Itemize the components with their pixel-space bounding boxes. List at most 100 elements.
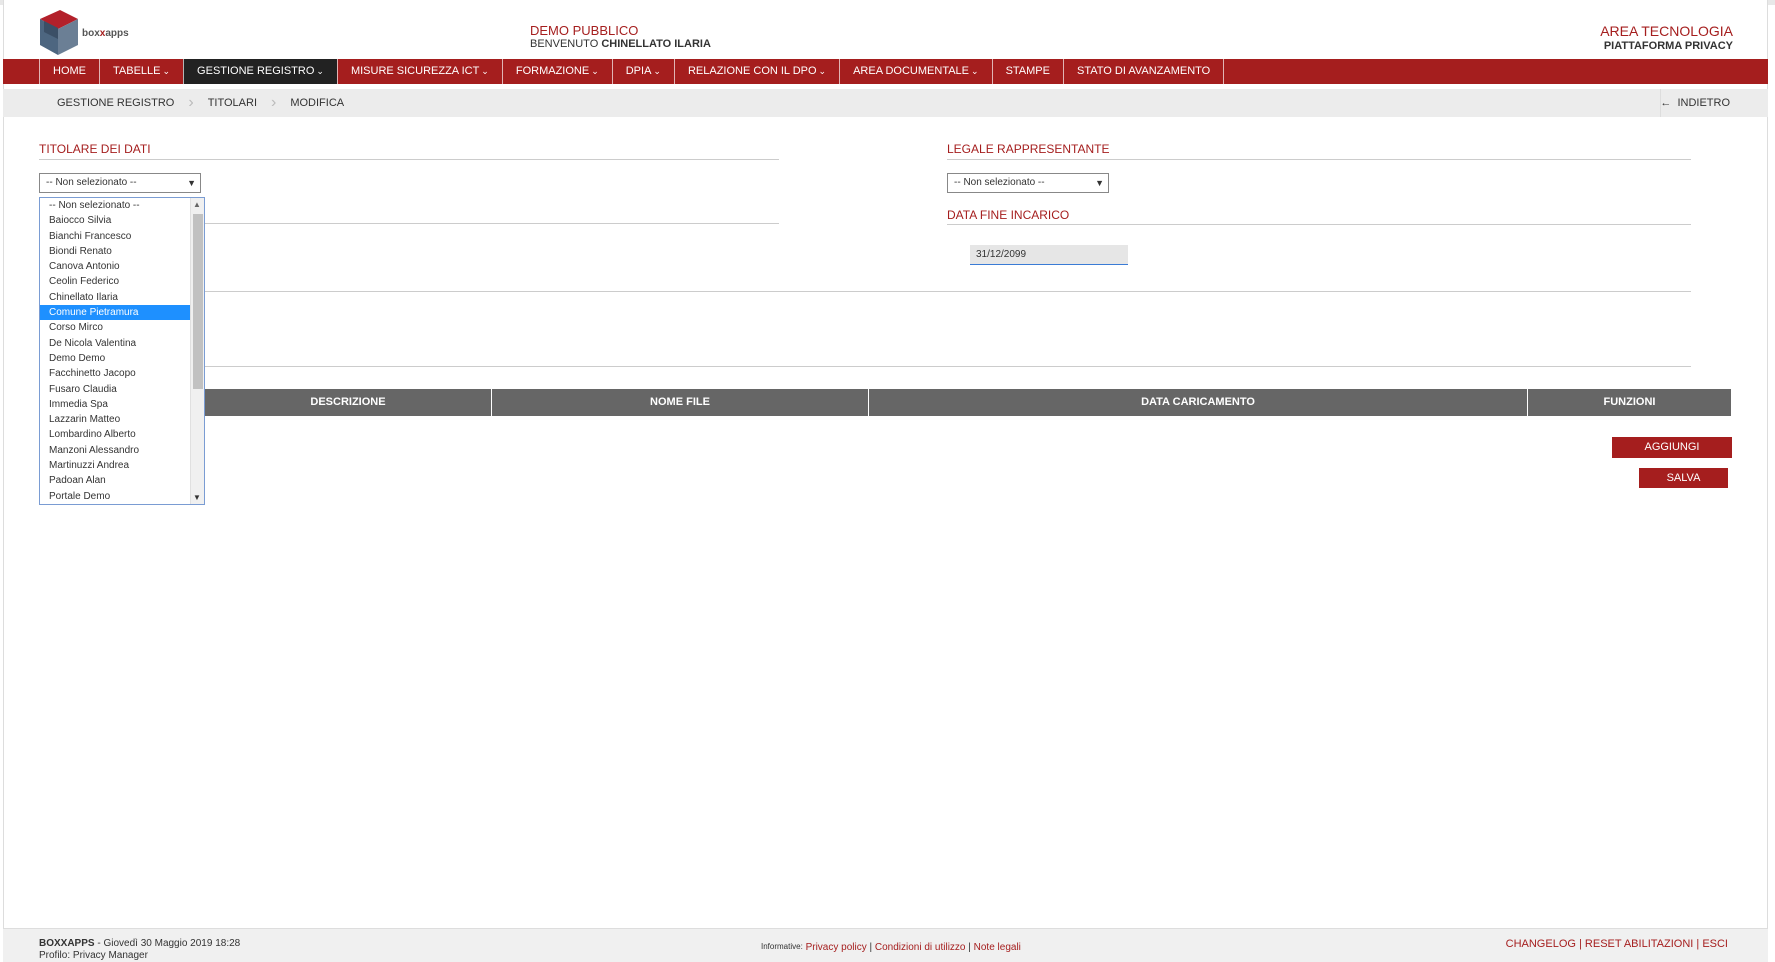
user-name: CHINELLATO ILARIA xyxy=(601,38,711,50)
documents-table-header: DESCRIZIONE NOME FILE DATA CARICAMENTO F… xyxy=(205,389,1731,416)
footer: BOXXAPPS - Giovedì 30 Maggio 2019 18:28 … xyxy=(3,928,1768,962)
dropdown-option[interactable]: Manzoni Alessandro xyxy=(40,443,190,458)
nav-item-label: STATO DI AVANZAMENTO xyxy=(1076,65,1211,77)
dropdown-option[interactable]: Bianchi Francesco xyxy=(40,229,190,244)
chevron-down-icon: ⌄ xyxy=(316,66,324,76)
column-header-data-caricamento[interactable]: DATA CARICAMENTO xyxy=(869,389,1528,416)
logo-text: boxxapps xyxy=(82,28,129,39)
dropdown-option[interactable]: Lazzarin Matteo xyxy=(40,412,190,427)
footer-info: BOXXAPPS - Giovedì 30 Maggio 2019 18:28 … xyxy=(39,938,240,962)
add-document-button[interactable]: AGGIUNGI DOCUMENTO xyxy=(1612,437,1732,474)
scroll-up-icon[interactable]: ▲ xyxy=(193,200,201,209)
dropdown-option[interactable]: De Nicola Valentina xyxy=(40,336,190,351)
footer-brand: BOXXAPPS xyxy=(39,938,95,949)
divider xyxy=(947,159,1691,160)
exit-link[interactable]: ESCI xyxy=(1702,938,1728,950)
breadcrumb: GESTIONE REGISTRO › TITOLARI › MODIFICA … xyxy=(3,89,1768,117)
demo-label: DEMO PUBBLICO xyxy=(530,23,639,38)
dropdown-option[interactable]: Corso Mirco xyxy=(40,320,190,335)
chevron-down-icon: ⌄ xyxy=(481,66,489,76)
dropdown-option[interactable]: Comune Pietramura xyxy=(40,305,190,321)
column-header-nome-file[interactable]: NOME FILE xyxy=(492,389,869,416)
dropdown-option[interactable]: Baiocco Silvia xyxy=(40,213,190,228)
dropdown-option[interactable]: Ceolin Federico xyxy=(40,274,190,289)
divider xyxy=(39,159,779,160)
nav-item-label: AREA DOCUMENTALE xyxy=(853,65,970,77)
save-button[interactable]: SALVA xyxy=(1639,468,1728,488)
chevron-down-icon: ⌄ xyxy=(591,66,599,76)
back-button[interactable]: ← INDIETRO xyxy=(1660,89,1768,117)
caret-down-icon: ▼ xyxy=(187,178,196,188)
footer-links: Informative: Privacy policy | Condizioni… xyxy=(761,942,1021,953)
nav-item-gestione-registro[interactable]: GESTIONE REGISTRO ⌄ xyxy=(183,59,337,84)
nav-item-misure-sicurezza-ict[interactable]: MISURE SICUREZZA ICT ⌄ xyxy=(336,59,502,84)
nav-item-relazione-con-il-dpo[interactable]: RELAZIONE CON IL DPO ⌄ xyxy=(673,59,839,84)
dropdown-scrollbar[interactable]: ▲ ▼ xyxy=(190,198,204,504)
page-frame xyxy=(3,0,1768,962)
welcome-text: BENVENUTO CHINELLATO ILARIA xyxy=(530,38,711,50)
nav-item-label: MISURE SICUREZZA ICT xyxy=(350,65,480,77)
dropdown-option[interactable]: Canova Antonio xyxy=(40,259,190,274)
privacy-policy-link[interactable]: Privacy policy xyxy=(806,942,867,953)
dropdown-option[interactable]: Padoan Alan xyxy=(40,473,190,488)
nav-item-label: RELAZIONE CON IL DPO xyxy=(687,65,817,77)
nav-item-tabelle[interactable]: TABELLE ⌄ xyxy=(99,59,183,84)
arrow-left-icon: ← xyxy=(1660,97,1672,109)
nav-item-label: FORMAZIONE xyxy=(515,65,590,77)
nav-item-dpia[interactable]: DPIA ⌄ xyxy=(611,59,674,84)
chevron-down-icon: ⌄ xyxy=(971,66,979,76)
chevron-down-icon: ⌄ xyxy=(818,66,827,76)
nav-item-label: STAMPE xyxy=(1005,65,1050,77)
nav-item-home[interactable]: HOME xyxy=(39,59,99,84)
legale-select[interactable]: -- Non selezionato -- ▼ xyxy=(947,173,1109,193)
dropdown-option[interactable]: Portale Demo xyxy=(40,489,190,504)
legale-title: LEGALE RAPPRESENTANTE xyxy=(947,142,1110,156)
footer-actions: CHANGELOG | RESET ABILITAZIONI | ESCI xyxy=(1505,938,1728,950)
informative-label: Informative: xyxy=(761,942,803,951)
scrollbar-thumb[interactable] xyxy=(193,214,203,389)
dropdown-option[interactable]: Demo Demo xyxy=(40,351,190,366)
data-fine-title: DATA FINE INCARICO xyxy=(947,208,1070,222)
main-nav: HOME TABELLE ⌄ GESTIONE REGISTRO ⌄ MISURE SIC… xyxy=(3,59,1768,84)
breadcrumb-item-modifica: MODIFICA xyxy=(290,97,345,109)
reset-abilitazioni-link[interactable]: RESET ABILITAZIONI xyxy=(1585,938,1693,950)
column-header-funzioni: FUNZIONI xyxy=(1603,396,1656,408)
changelog-link[interactable]: CHANGELOG xyxy=(1506,938,1576,950)
nav-item-formazione[interactable]: FORMAZIONE ⌄ xyxy=(501,59,612,84)
header: boxxapps DEMO PUBBLICO BENVENUTO CHINELL… xyxy=(0,5,1775,59)
divider xyxy=(947,224,1691,225)
titolare-dropdown-list[interactable]: -- Non selezionato -- Baiocco Silvia Bianc… xyxy=(39,197,205,505)
column-header-descrizione[interactable]: DESCRIZIONE xyxy=(205,389,492,416)
nav-item-label: DPIA xyxy=(625,65,652,77)
nav-item-stato-di-avanzamento[interactable]: STATO DI AVANZAMENTO xyxy=(1062,59,1225,84)
nav-item-stampe[interactable]: STAMPE xyxy=(991,59,1063,84)
chevron-down-icon: ⌄ xyxy=(653,66,661,76)
data-fine-input[interactable]: 31/12/2099 xyxy=(970,245,1128,265)
titolare-title: TITOLARE DEI DATI xyxy=(39,142,151,156)
titolare-select[interactable]: -- Non selezionato -- ▼ xyxy=(39,173,201,193)
nav-item-label: TABELLE xyxy=(113,65,161,77)
nav-item-area-documentale[interactable]: AREA DOCUMENTALE ⌄ xyxy=(839,59,991,84)
divider xyxy=(39,366,1691,367)
chevron-down-icon: ⌄ xyxy=(162,66,171,76)
area-title: AREA TECNOLOGIA xyxy=(1600,23,1733,39)
footer-profile: Profilo: Privacy Manager xyxy=(39,950,148,961)
dropdown-option[interactable]: Facchinetto Jacopo xyxy=(40,366,190,381)
back-label: INDIETRO xyxy=(1677,97,1730,109)
legal-notes-link[interactable]: Note legali xyxy=(974,942,1021,953)
dropdown-option[interactable]: Fusaro Claudia xyxy=(40,382,190,397)
breadcrumb-item-gestione-registro[interactable]: GESTIONE REGISTRO xyxy=(43,97,188,109)
dropdown-option[interactable]: Chinellato Ilaria xyxy=(40,290,190,305)
dropdown-option[interactable]: Biondi Renato xyxy=(40,244,190,259)
divider xyxy=(39,291,1691,292)
caret-down-icon: ▼ xyxy=(1095,178,1104,188)
nav-item-label: GESTIONE REGISTRO xyxy=(197,65,315,77)
dropdown-option[interactable]: Immedia Spa xyxy=(40,397,190,412)
breadcrumb-item-titolari[interactable]: TITOLARI xyxy=(194,97,271,109)
dropdown-option[interactable]: -- Non selezionato -- xyxy=(40,198,190,213)
conditions-link[interactable]: Condizioni di utilizzo xyxy=(875,942,966,953)
footer-datetime: - Giovedì 30 Maggio 2019 18:28 xyxy=(94,938,241,949)
scroll-down-icon[interactable]: ▼ xyxy=(193,493,201,502)
dropdown-option[interactable]: Lombardino Alberto xyxy=(40,427,190,442)
dropdown-option[interactable]: Martinuzzi Andrea xyxy=(40,458,190,473)
